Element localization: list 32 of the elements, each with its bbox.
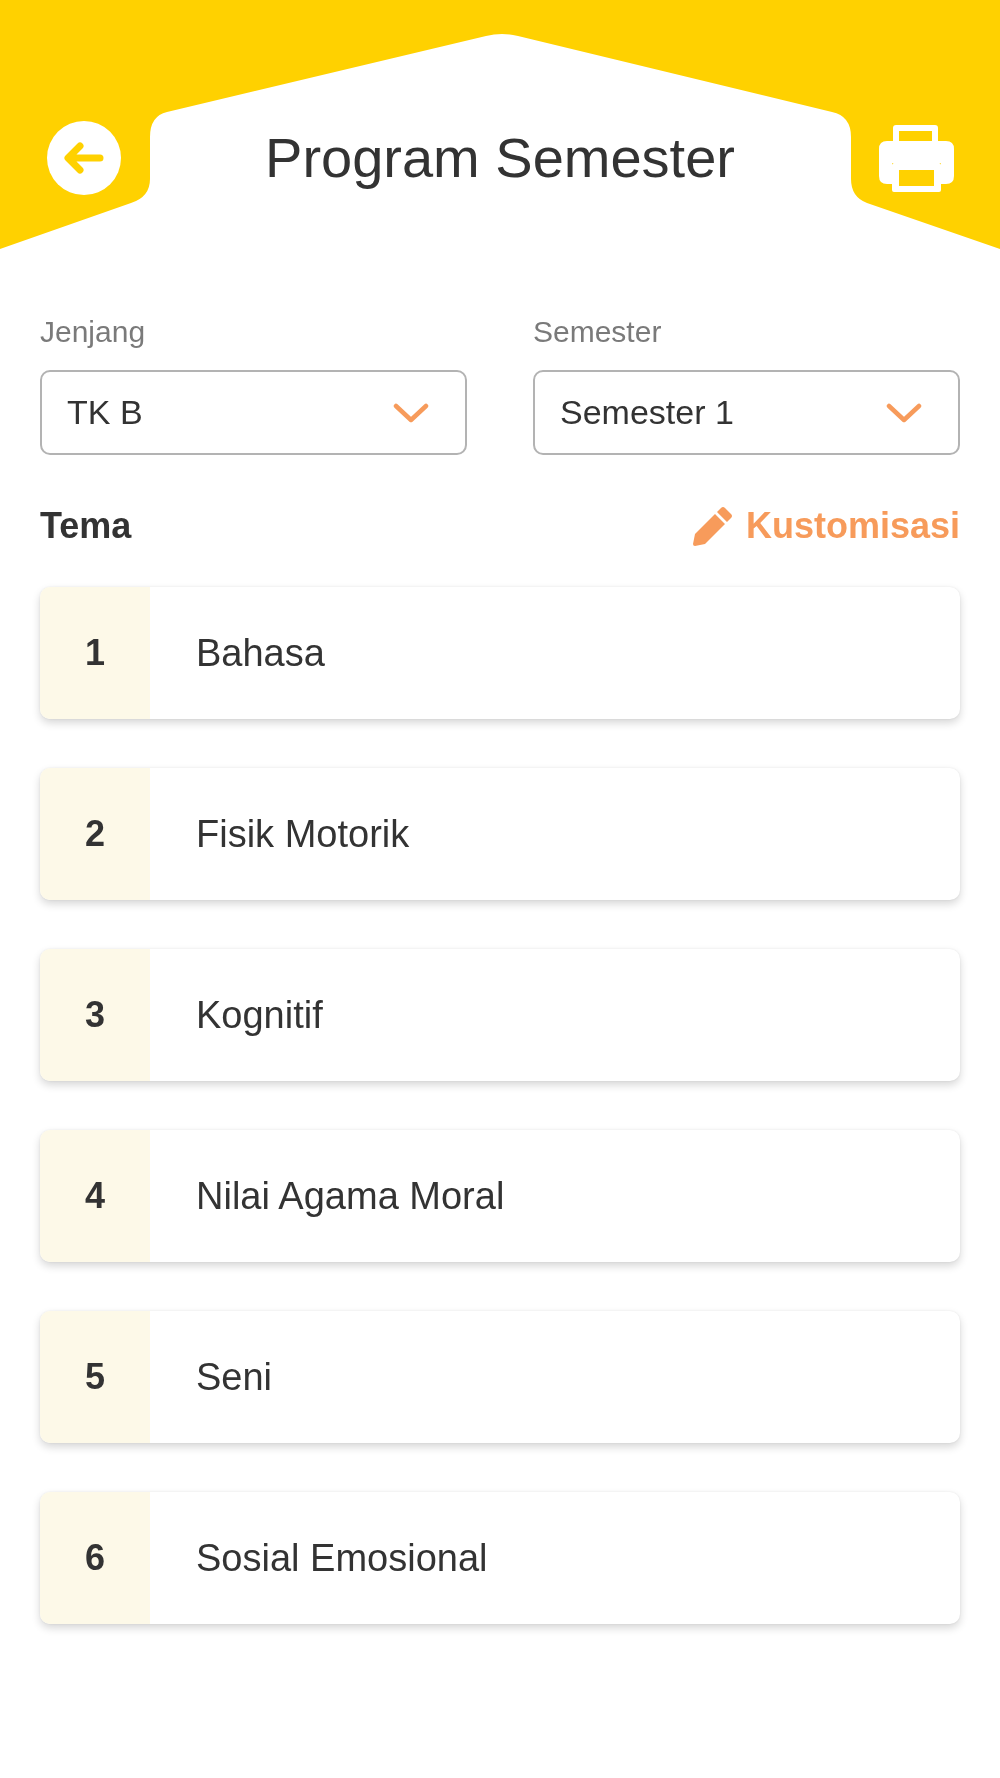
theme-name: Nilai Agama Moral [196,1174,505,1218]
theme-card[interactable]: 3 Kognitif [40,949,960,1081]
theme-number: 2 [40,768,150,900]
theme-number: 5 [40,1311,150,1443]
dropdown-field[interactable]: Semester 1 [533,370,960,455]
printer-icon [879,124,954,192]
print-button[interactable] [879,124,954,192]
theme-name: Sosial Emosional [196,1536,488,1580]
theme-card[interactable]: 5 Seni [40,1311,960,1443]
theme-number: 4 [40,1130,150,1262]
pencil-icon [692,506,733,546]
theme-name: Seni [196,1355,273,1399]
theme-card[interactable]: 1 Bahasa [40,587,960,719]
theme-number: 3 [40,949,150,1081]
theme-number: 1 [40,587,150,719]
theme-number: 6 [40,1492,150,1624]
field-label: Semester [533,316,662,348]
field-label: Jenjang [40,316,146,348]
theme-name: Kognitif [196,993,323,1037]
dropdown-value: TK B [67,393,143,432]
theme-name: Fisik Motorik [196,812,410,856]
chevron-down-icon [886,402,922,423]
dropdown-field[interactable]: TK B [40,370,467,455]
section-title: Tema [40,505,132,547]
dropdown-value: Semester 1 [560,393,734,432]
page-title: Program Semester [264,125,736,191]
theme-name: Bahasa [196,631,325,675]
theme-card[interactable]: 2 Fisik Motorik [40,768,960,900]
back-button[interactable] [47,121,121,195]
theme-card[interactable]: 4 Nilai Agama Moral [40,1130,960,1262]
theme-card[interactable]: 6 Sosial Emosional [40,1492,960,1624]
chevron-down-icon [393,402,429,423]
